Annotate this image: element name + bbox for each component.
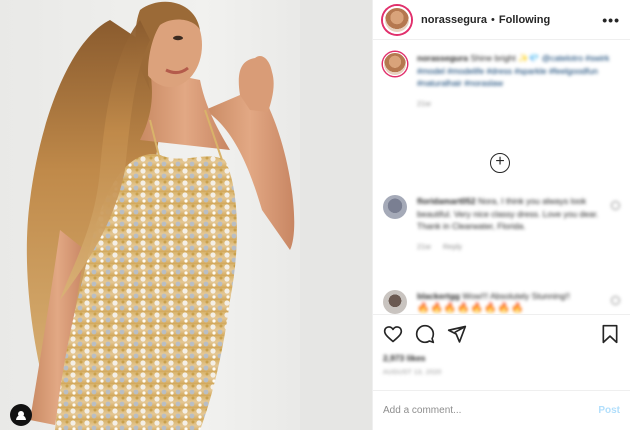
- user-tag-icon[interactable]: [10, 404, 32, 426]
- more-options-icon[interactable]: •••: [602, 12, 620, 28]
- post-modal: norassegura • Following ••• norassegura …: [0, 0, 630, 430]
- comment-item: floridamart052 Nora, I think you always …: [383, 195, 620, 253]
- add-comment-bar: Add a comment... Post: [373, 390, 630, 430]
- post-date[interactable]: AUGUST 13, 2020: [383, 369, 620, 376]
- caption-emoji: ✨💎: [518, 53, 540, 63]
- caption-body: norassegura Shine bright ✨💎 @catelotro #…: [417, 52, 620, 110]
- author-username[interactable]: norassegura: [421, 14, 487, 26]
- post-side-panel: norassegura • Following ••• norassegura …: [372, 0, 630, 430]
- following-button[interactable]: Following: [499, 14, 550, 26]
- likes-count[interactable]: 2,973 likes: [383, 353, 620, 363]
- comment-emojis: 🔥🔥🔥🔥🔥🔥🔥🔥: [417, 302, 525, 314]
- comment-body: blackertgg Wow!!! Absolutely Stunning!! …: [417, 290, 588, 314]
- post-photo[interactable]: [0, 0, 372, 430]
- share-icon[interactable]: [447, 324, 467, 344]
- comment-icon[interactable]: [415, 324, 435, 344]
- header-separator: •: [491, 13, 495, 26]
- comment-item: blackertgg Wow!!! Absolutely Stunning!! …: [383, 290, 620, 314]
- post-actions: 2,973 likes AUGUST 13, 2020: [373, 314, 630, 390]
- caption: norassegura Shine bright ✨💎 @catelotro #…: [383, 52, 620, 110]
- caption-time[interactable]: 21w: [417, 99, 431, 108]
- bookmark-icon[interactable]: [600, 324, 620, 344]
- comment-username[interactable]: floridamart052: [417, 196, 476, 206]
- post-header: norassegura • Following •••: [373, 0, 630, 40]
- comment-body: floridamart052 Nora, I think you always …: [417, 195, 620, 253]
- comment-input[interactable]: Add a comment...: [383, 405, 461, 416]
- caption-avatar[interactable]: [383, 52, 407, 76]
- comment-time[interactable]: 21w: [417, 242, 431, 251]
- comment-text: Wow!!! Absolutely Stunning!!: [462, 291, 570, 301]
- caption-text: Shine bright: [470, 53, 516, 63]
- load-more-icon[interactable]: +: [490, 153, 510, 173]
- comment-avatar[interactable]: [383, 195, 407, 219]
- author-avatar[interactable]: [383, 5, 411, 34]
- comments-list[interactable]: norassegura Shine bright ✨💎 @catelotro #…: [373, 40, 630, 314]
- post-comment-button[interactable]: Post: [598, 405, 620, 416]
- comment-like-icon[interactable]: [611, 296, 620, 305]
- photo-illustration: [26, 0, 372, 430]
- caption-username[interactable]: norassegura: [417, 53, 468, 63]
- comment-like-icon[interactable]: [611, 201, 620, 210]
- reply-button[interactable]: Reply: [443, 242, 462, 251]
- comment-avatar[interactable]: [383, 290, 407, 314]
- heart-icon[interactable]: [383, 324, 403, 344]
- comment-username[interactable]: blackertgg: [417, 291, 460, 301]
